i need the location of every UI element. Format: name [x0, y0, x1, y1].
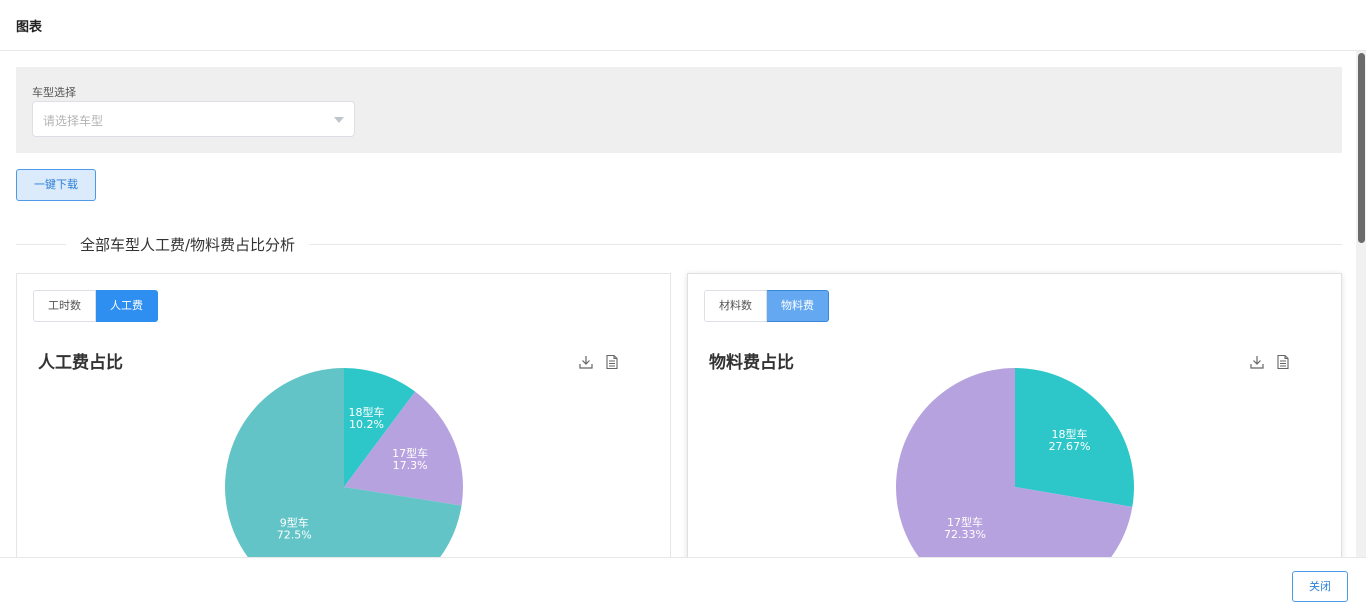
slice-label-value: 72.5% — [277, 529, 312, 542]
download-all-button[interactable]: 一键下载 — [16, 169, 96, 201]
slice-label-value: 17.3% — [393, 459, 428, 472]
slice-label-name: 18型车 — [348, 405, 384, 419]
close-button[interactable]: 关闭 — [1292, 571, 1348, 602]
vertical-scrollbar[interactable] — [1356, 51, 1366, 557]
slice-label-name: 9型车 — [280, 516, 309, 530]
scrollbar-thumb[interactable] — [1358, 53, 1365, 243]
vehicle-select-placeholder: 请选择车型 — [43, 114, 104, 128]
material-pie-chart: 9型车0%18型车27.67%17型车72.33% — [896, 368, 1134, 557]
dialog-header: 图表 — [0, 0, 1366, 51]
labor-cost-card: 工时数 人工费 人工费占比 18型车 10.2% 17型车 17.3% 9型车 72.5% — [16, 273, 671, 557]
slice-label-value: 10.2% — [349, 418, 384, 431]
slice-label-name: 18型车 — [1052, 427, 1088, 441]
labor-pie-chart: 18型车10.2% 17型车17.3% 9型车72.5% — [225, 368, 464, 557]
slice-label-name: 17型车 — [392, 446, 428, 460]
vehicle-select[interactable]: 请选择车型 — [32, 101, 355, 137]
section-title: 全部车型人工费/物料费占比分析 — [66, 234, 310, 255]
chevron-down-icon — [334, 117, 344, 123]
slice-label-value: 72.33% — [944, 528, 986, 541]
material-cost-card: 材料数 物料费 物料费占比 9型车0%18型车27.67%17型车72.33% — [687, 273, 1342, 557]
dialog-body: 车型选择 请选择车型 一键下载 全部车型人工费/物料费占比分析 工时数 人工费 … — [0, 51, 1356, 557]
slice-label-name: 17型车 — [947, 515, 983, 529]
vehicle-select-label: 车型选择 — [32, 86, 76, 99]
slice-label-value: 27.67% — [1049, 440, 1091, 453]
dialog-title: 图表 — [16, 20, 43, 35]
filter-panel: 车型选择 请选择车型 — [16, 67, 1342, 153]
dialog-footer: 关闭 — [0, 557, 1366, 614]
